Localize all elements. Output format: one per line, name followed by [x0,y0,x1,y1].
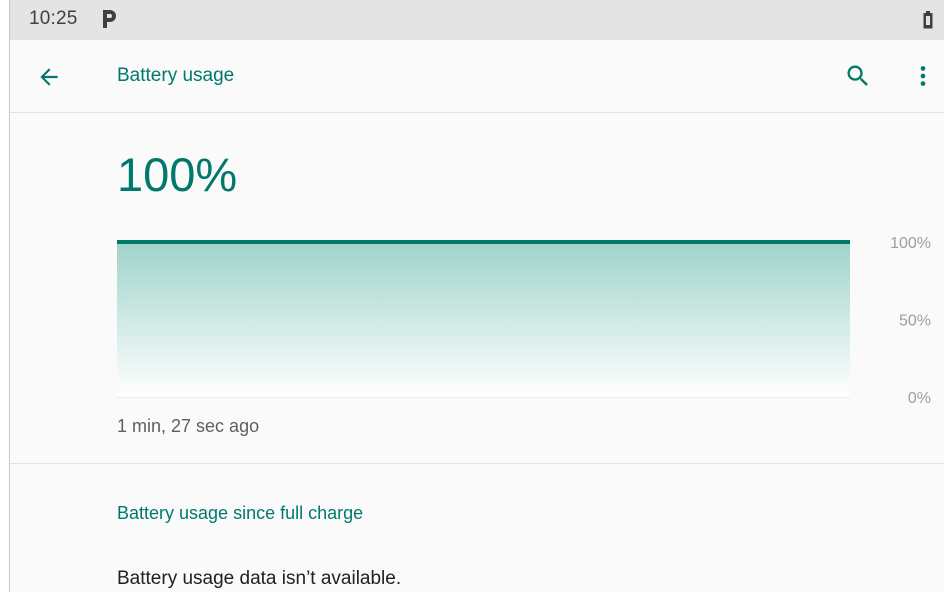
search-icon [847,65,868,86]
y-tick-label: 0% [908,390,931,407]
status-time: 10:25 [29,8,78,29]
more-options-button[interactable] [905,58,941,94]
back-button[interactable] [32,60,66,94]
app-bar: Battery usage [10,40,944,113]
more-vert-icon [920,66,926,86]
battery-chart-svg: 100% 50% 0% [117,235,931,407]
page-title: Battery usage [117,65,235,86]
device-frame: 10:25 Battery usage 100% 100% 50% 0% 1 m… [0,0,944,592]
empty-state-message: Battery usage data isn’t available. [117,568,402,589]
y-tick-label: 50% [899,313,931,330]
battery-icon [923,11,933,29]
section-title: Battery usage since full charge [117,503,364,523]
battery-area-fill [117,242,850,397]
search-button[interactable] [840,58,876,94]
battery-level: 100% [117,148,238,201]
parking-p-icon [103,10,116,28]
battery-history-chart: 100% 50% 0% [10,225,944,415]
arrow-left-icon [40,68,58,86]
window-edge [0,0,10,592]
section-divider [10,463,944,464]
y-tick-label: 100% [890,235,931,252]
status-bar: 10:25 [10,0,944,40]
screen: 10:25 Battery usage 100% 100% 50% 0% 1 m… [10,0,944,592]
last-updated-label: 1 min, 27 sec ago [117,416,260,436]
